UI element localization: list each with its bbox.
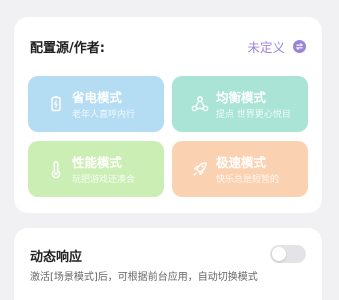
mode-desc: 玩把游戏还凑合 [72,175,136,185]
dynamic-response-card: 动态响应 激活[场景模式]后，可根据前台应用，自动切换模式 [14,228,322,300]
mode-tile-powersave[interactable]: 省电模式 老年人直呼内行 [28,76,164,132]
dynamic-response-toggle[interactable] [270,245,306,263]
toggle-knob [272,247,286,261]
mode-name: 极速模式 [216,155,267,170]
rocket-icon [190,159,210,179]
mode-tile-fast[interactable]: 极速模式 快乐总是短暂的 [172,141,308,197]
swap-icon[interactable] [293,40,306,53]
mode-name: 均衡模式 [216,90,267,105]
dynamic-response-desc: 激活[场景模式]后，可根据前台应用，自动切换模式 [30,272,258,283]
mode-name: 省电模式 [72,90,123,105]
dynamic-response-title: 动态响应 [30,250,83,265]
mode-desc: 老年人直呼内行 [72,110,136,120]
config-source-selector[interactable]: 未定义 [247,37,306,56]
mode-desc: 快乐总是短暂的 [216,175,280,185]
molecule-icon [190,94,210,114]
mode-desc: 提点 世界更心悦目 [216,110,291,120]
thermometer-icon [46,159,66,179]
config-source-row[interactable]: 配置源/作者: 未定义 [30,37,306,57]
mode-name: 性能模式 [72,155,123,170]
config-source-value: 未定义 [247,40,285,55]
config-source-label: 配置源/作者: [30,41,105,56]
mode-tile-balance[interactable]: 均衡模式 提点 世界更心悦目 [172,76,308,132]
mode-tile-performance[interactable]: 性能模式 玩把游戏还凑合 [28,141,164,197]
battery-icon [46,94,66,114]
config-card: 配置源/作者: 未定义 省电模式 老年人直呼内行 均衡模式 提点 世界更心悦目 … [14,17,322,213]
